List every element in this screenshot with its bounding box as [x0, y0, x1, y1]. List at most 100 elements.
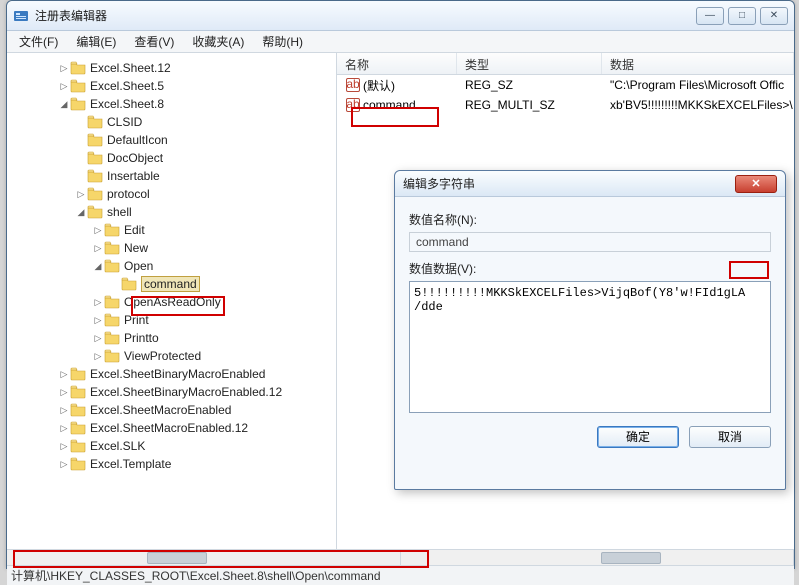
folder-icon	[121, 277, 137, 291]
expand-icon[interactable]: ▷	[92, 351, 104, 362]
tree-item[interactable]: ▷Excel.SheetBinaryMacroEnabled	[7, 365, 336, 383]
folder-icon	[70, 61, 86, 75]
app-icon	[13, 8, 29, 24]
expand-icon[interactable]: ▷	[58, 369, 70, 380]
tree-item-label: Excel.SheetBinaryMacroEnabled.12	[90, 385, 282, 399]
svg-text:ab: ab	[346, 77, 360, 91]
tree-item-label: Excel.SLK	[90, 439, 145, 453]
collapse-icon[interactable]: ◢	[75, 207, 87, 218]
list-row[interactable]: ab(默认)REG_SZ"C:\Program Files\Microsoft …	[337, 75, 794, 95]
tree-item[interactable]: ▷Excel.SheetMacroEnabled.12	[7, 419, 336, 437]
tree-item[interactable]: ▷ Excel.Template	[7, 455, 336, 473]
collapse-icon[interactable]: ◢	[92, 261, 104, 272]
tree-item[interactable]: ◢ Open	[7, 257, 336, 275]
tree-item[interactable]: ▷ New	[7, 239, 336, 257]
window-buttons: — □ ✕	[696, 7, 788, 25]
folder-icon	[87, 169, 103, 183]
expand-icon[interactable]: ▷	[58, 441, 70, 452]
folder-icon	[70, 97, 86, 111]
tree-pane[interactable]: ▷Excel.Sheet.12▷Excel.Sheet.5 ◢ Excel.Shee…	[7, 53, 337, 549]
value-name-label: 数值名称(N):	[409, 211, 771, 228]
minimize-button[interactable]: —	[696, 7, 724, 25]
tree-item[interactable]: ▷Printto	[7, 329, 336, 347]
menu-help[interactable]: 帮助(H)	[254, 31, 311, 52]
folder-icon	[70, 439, 86, 453]
tree-item-label: Print	[124, 313, 149, 327]
tree-item-label: Excel.SheetMacroEnabled	[90, 403, 231, 417]
tree-item-label: DefaultIcon	[107, 133, 168, 147]
col-name[interactable]: 名称	[337, 53, 457, 74]
folder-icon	[70, 421, 86, 435]
collapse-icon[interactable]: ◢	[58, 99, 70, 110]
tree-item-label: Edit	[124, 223, 145, 237]
edit-multistring-dialog[interactable]: 编辑多字符串 ✕ 数值名称(N): command 数值数据(V): 确定 取消	[394, 170, 786, 490]
tree-item[interactable]: ▷ protocol	[7, 185, 336, 203]
cell-data: "C:\Program Files\Microsoft Offic	[602, 78, 794, 92]
tree-item-label: shell	[107, 205, 132, 219]
tree-item[interactable]: DocObject	[7, 149, 336, 167]
expand-icon[interactable]: ▷	[92, 243, 104, 254]
dialog-titlebar[interactable]: 编辑多字符串 ✕	[395, 171, 785, 197]
menu-file[interactable]: 文件(F)	[11, 31, 66, 52]
ok-button[interactable]: 确定	[597, 426, 679, 448]
menu-edit[interactable]: 编辑(E)	[68, 31, 124, 52]
folder-icon	[104, 295, 120, 309]
cell-type: REG_MULTI_SZ	[457, 98, 602, 112]
folder-icon	[104, 259, 120, 273]
tree-item-label: Excel.Template	[90, 457, 171, 471]
tree-item[interactable]: ▷ OpenAsReadOnly	[7, 293, 336, 311]
expand-icon[interactable]: ▷	[92, 225, 104, 236]
close-button[interactable]: ✕	[760, 7, 788, 25]
folder-icon	[87, 205, 103, 219]
folder-icon	[87, 115, 103, 129]
tree-item[interactable]: ◢ Excel.Sheet.8	[7, 95, 336, 113]
list-row[interactable]: abcommandREG_MULTI_SZxb'BV5!!!!!!!!!MKKS…	[337, 95, 794, 115]
value-name-field: command	[409, 232, 771, 252]
tree-item[interactable]: Insertable	[7, 167, 336, 185]
statusbar: 计算机\HKEY_CLASSES_ROOT\Excel.Sheet.8\shel…	[7, 565, 794, 585]
tree-item[interactable]: ▷ Excel.SLK	[7, 437, 336, 455]
tree-item[interactable]: command	[7, 275, 336, 293]
status-path: 计算机\HKEY_CLASSES_ROOT\Excel.Sheet.8\shel…	[11, 567, 381, 584]
tree-item[interactable]: DefaultIcon	[7, 131, 336, 149]
tree-item-label: Excel.Sheet.8	[90, 97, 164, 111]
tree-item-label: protocol	[107, 187, 150, 201]
expand-icon[interactable]: ▷	[75, 189, 87, 200]
col-type[interactable]: 类型	[457, 53, 602, 74]
maximize-button[interactable]: □	[728, 7, 756, 25]
expand-icon[interactable]: ▷	[92, 315, 104, 326]
tree-item[interactable]: ▷Excel.Sheet.12	[7, 59, 336, 77]
expand-icon[interactable]: ▷	[92, 333, 104, 344]
expand-icon[interactable]: ▷	[92, 297, 104, 308]
expand-icon[interactable]: ▷	[58, 63, 70, 74]
bottom-scrollbars	[7, 549, 794, 565]
tree-item-label: OpenAsReadOnly	[124, 295, 221, 309]
tree-item[interactable]: ▷Excel.Sheet.5	[7, 77, 336, 95]
tree-item-label: New	[124, 241, 148, 255]
tree-item[interactable]: ◢ shell	[7, 203, 336, 221]
expand-icon[interactable]: ▷	[58, 405, 70, 416]
tree-item[interactable]: ▷ViewProtected	[7, 347, 336, 365]
expand-icon[interactable]: ▷	[58, 459, 70, 470]
tree-item[interactable]: ▷ Print	[7, 311, 336, 329]
folder-icon	[104, 241, 120, 255]
expand-icon[interactable]: ▷	[58, 423, 70, 434]
tree-item[interactable]: ▷ Excel.SheetMacroEnabled	[7, 401, 336, 419]
cancel-button[interactable]: 取消	[689, 426, 771, 448]
dialog-close-button[interactable]: ✕	[735, 175, 777, 193]
tree-item-label: Open	[124, 259, 153, 273]
tree-item[interactable]: CLSID	[7, 113, 336, 131]
tree-item[interactable]: ▷ Edit	[7, 221, 336, 239]
list-hscroll[interactable]	[401, 550, 795, 565]
col-data[interactable]: 数据	[602, 53, 794, 74]
tree-item[interactable]: ▷ Excel.SheetBinaryMacroEnabled.12	[7, 383, 336, 401]
svg-text:ab: ab	[346, 97, 360, 111]
titlebar[interactable]: 注册表编辑器 — □ ✕	[7, 1, 794, 31]
cell-name: ab(默认)	[337, 77, 457, 94]
menu-favorites[interactable]: 收藏夹(A)	[184, 31, 252, 52]
expand-icon[interactable]: ▷	[58, 81, 70, 92]
menu-view[interactable]: 查看(V)	[126, 31, 182, 52]
value-data-textarea[interactable]	[409, 281, 771, 413]
expand-icon[interactable]: ▷	[58, 387, 70, 398]
tree-hscroll[interactable]	[7, 550, 401, 565]
